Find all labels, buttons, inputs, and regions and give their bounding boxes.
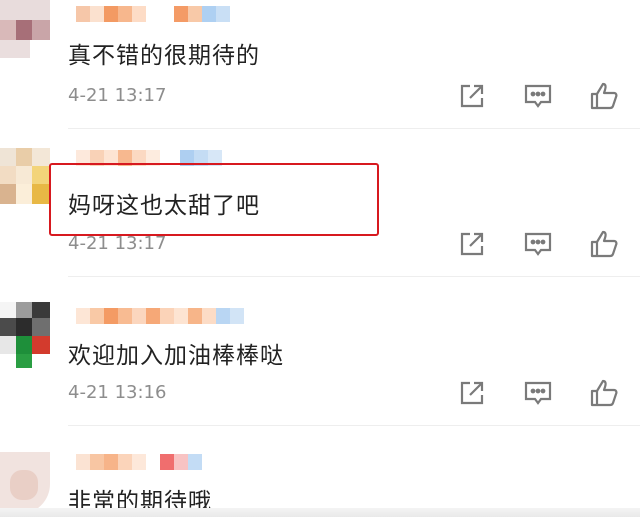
comment-timestamp: 4-21 13:16: [68, 382, 167, 403]
comment-item: 非常的期待哦: [0, 444, 640, 517]
divider: [68, 425, 640, 426]
username-pixelated[interactable]: [76, 150, 222, 166]
comment-text: 真不错的很期待的: [68, 43, 260, 69]
comment-item: 欢迎加入加油棒棒哒 4-21 13:16: [0, 296, 640, 444]
comment-feed: 真不错的很期待的 4-21 13:17 妈呀这也太甜了吧 4-21 13:17: [0, 0, 640, 517]
comment-item: 真不错的很期待的 4-21 13:17: [0, 0, 640, 148]
comment-timestamp: 4-21 13:17: [68, 85, 167, 106]
username-pixelated[interactable]: [76, 308, 244, 324]
thumbs-up-icon[interactable]: [588, 377, 620, 409]
avatar[interactable]: [0, 0, 50, 70]
username-pixelated[interactable]: [76, 6, 230, 22]
username-pixelated[interactable]: [76, 454, 202, 470]
divider: [68, 276, 640, 277]
avatar[interactable]: [0, 452, 50, 514]
share-icon[interactable]: [456, 80, 488, 112]
share-icon[interactable]: [456, 377, 488, 409]
comment-text: 妈呀这也太甜了吧: [68, 193, 260, 219]
comment-item: 妈呀这也太甜了吧 4-21 13:17: [0, 148, 640, 296]
thumbs-up-icon[interactable]: [588, 228, 620, 260]
thumbs-up-icon[interactable]: [588, 80, 620, 112]
divider: [68, 128, 640, 129]
comment-text: 欢迎加入加油棒棒哒: [68, 343, 284, 369]
avatar[interactable]: [0, 148, 50, 218]
comment-timestamp: 4-21 13:17: [68, 233, 167, 254]
avatar[interactable]: [0, 302, 50, 372]
share-icon[interactable]: [456, 228, 488, 260]
comment-icon[interactable]: [522, 228, 554, 260]
comment-icon[interactable]: [522, 377, 554, 409]
comment-icon[interactable]: [522, 80, 554, 112]
bottom-edge: [0, 508, 640, 517]
